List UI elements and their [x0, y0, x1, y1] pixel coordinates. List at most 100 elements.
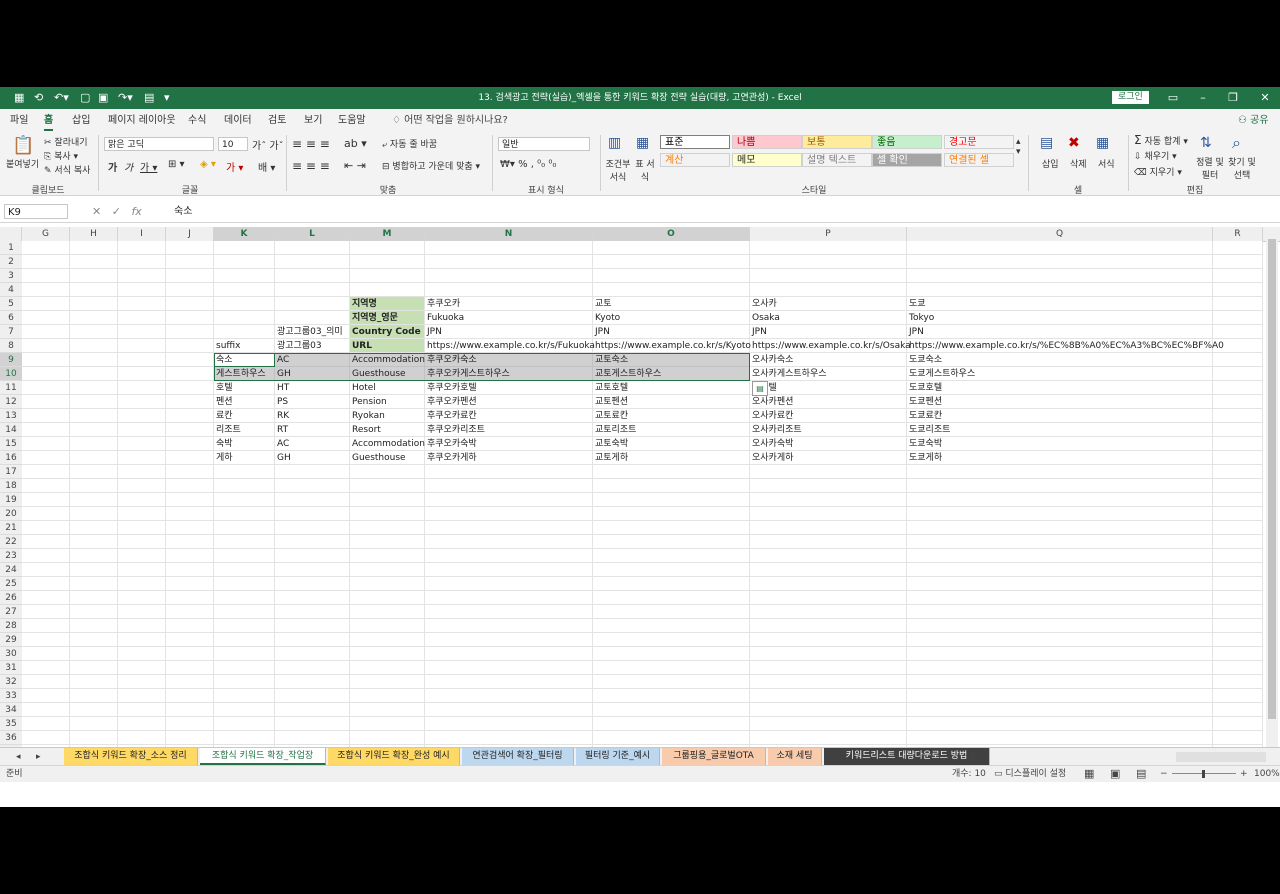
cell-O10[interactable]: 교토게스트하우스: [593, 367, 661, 381]
cell-L13[interactable]: RK: [275, 409, 289, 423]
enter-icon[interactable]: ✓: [112, 205, 121, 218]
cell-O5[interactable]: 교토: [593, 297, 612, 311]
cell-M8[interactable]: URL: [350, 339, 372, 353]
row-header-36[interactable]: 36: [0, 731, 22, 745]
cell-style-4[interactable]: 경고문: [944, 135, 1014, 149]
cell-O8[interactable]: https://www.example.co.kr/s/Kyoto: [593, 339, 751, 353]
cell-L14[interactable]: RT: [275, 423, 288, 437]
cell-O9[interactable]: 교토숙소: [593, 353, 628, 367]
wrap-text-button[interactable]: ⤶ 자동 줄 바꿈: [382, 137, 437, 150]
cell-M15[interactable]: Accommodation: [350, 437, 425, 451]
row-header-24[interactable]: 24: [0, 563, 22, 577]
cell-O16[interactable]: 교토게하: [593, 451, 628, 465]
tab-file[interactable]: 파일: [10, 113, 28, 129]
sheet-nav-right-icon[interactable]: ▸: [36, 749, 41, 765]
sheet-nav-left-icon[interactable]: ◂: [16, 749, 21, 765]
cell-O14[interactable]: 교토리조트: [593, 423, 636, 437]
sheet-tab-6[interactable]: 소재 세팅: [768, 748, 822, 765]
cell-N16[interactable]: 후쿠오카게하: [425, 451, 477, 465]
font-color-icon[interactable]: 가 ▾: [226, 159, 243, 174]
sort-filter-button[interactable]: 정렬 및 필터: [1194, 155, 1226, 181]
customize-qat-icon[interactable]: ▾: [164, 87, 170, 109]
cell-P10[interactable]: 오사카게스트하우스: [750, 367, 827, 381]
tab-help[interactable]: 도움말: [338, 113, 366, 129]
add-sheet-icon[interactable]: ⊕: [968, 748, 978, 764]
cell-style-8[interactable]: 셀 확인: [872, 153, 942, 167]
cell-M12[interactable]: Pension: [350, 395, 387, 409]
cell-style-7[interactable]: 설명 텍스트: [802, 153, 872, 167]
display-settings-button[interactable]: ▭ 디스플레이 설정: [994, 766, 1066, 782]
column-header-Q[interactable]: Q: [907, 227, 1213, 241]
row-header-34[interactable]: 34: [0, 703, 22, 717]
row-header-21[interactable]: 21: [0, 521, 22, 535]
paste-button[interactable]: 붙여넣기: [6, 157, 39, 170]
cell-L12[interactable]: PS: [275, 395, 288, 409]
login-button[interactable]: 로그인: [1112, 91, 1149, 104]
border-icon[interactable]: ⊞ ▾: [168, 159, 185, 170]
fill-button[interactable]: ⇩ 채우기 ▾: [1134, 149, 1177, 162]
row-header-23[interactable]: 23: [0, 549, 22, 563]
cell-Q11[interactable]: 도쿄호텔: [907, 381, 942, 395]
cell-Q6[interactable]: Tokyo: [907, 311, 934, 325]
format-cells-icon[interactable]: ▦: [1096, 135, 1109, 151]
row-header-26[interactable]: 26: [0, 591, 22, 605]
cell-P7[interactable]: JPN: [750, 325, 767, 339]
row-header-13[interactable]: 13: [0, 409, 22, 423]
row-header-11[interactable]: 11: [0, 381, 22, 395]
cell-Q15[interactable]: 도쿄숙박: [907, 437, 942, 451]
name-box[interactable]: K9: [4, 204, 68, 219]
cell-K13[interactable]: 료칸: [214, 409, 233, 423]
tab-page-layout[interactable]: 페이지 레이아웃: [108, 113, 176, 129]
ribbon-display-icon[interactable]: ▭: [1162, 87, 1184, 109]
tab-formulas[interactable]: 수식: [188, 113, 206, 129]
tab-insert[interactable]: 삽입: [72, 113, 90, 129]
cell-Q16[interactable]: 도쿄게하: [907, 451, 942, 465]
cell-O7[interactable]: JPN: [593, 325, 610, 339]
row-header-4[interactable]: 4: [0, 283, 22, 297]
cell-M10[interactable]: Guesthouse: [350, 367, 406, 381]
column-header-I[interactable]: I: [118, 227, 166, 241]
bold-icon[interactable]: 가: [108, 159, 117, 174]
row-header-25[interactable]: 25: [0, 577, 22, 591]
cell-N15[interactable]: 후쿠오카숙박: [425, 437, 477, 451]
cell-O11[interactable]: 교토호텔: [593, 381, 628, 395]
cell-K9[interactable]: 숙소: [214, 353, 233, 367]
sheet-tab-4[interactable]: 필터링 기준_예시: [576, 748, 660, 765]
row-header-27[interactable]: 27: [0, 605, 22, 619]
cancel-icon[interactable]: ✕: [92, 205, 101, 218]
cell-M11[interactable]: Hotel: [350, 381, 376, 395]
cell-P14[interactable]: 오사카리조트: [750, 423, 802, 437]
zoom-level[interactable]: 100%: [1254, 766, 1280, 782]
column-header-M[interactable]: M: [350, 227, 425, 241]
cell-style-2[interactable]: 보통: [802, 135, 872, 149]
underline-icon[interactable]: 가 ▾: [140, 159, 157, 174]
table-format-icon[interactable]: ▦: [636, 135, 649, 151]
paste-icon[interactable]: 📋: [12, 135, 34, 156]
sheet-tab-2[interactable]: 조합식 키워드 확장_완성 예시: [328, 748, 460, 765]
cell-N11[interactable]: 후쿠오카호텔: [425, 381, 477, 395]
cell-Q12[interactable]: 도쿄펜션: [907, 395, 942, 409]
quick-analysis-icon[interactable]: ▤: [752, 381, 768, 396]
column-header-N[interactable]: N: [425, 227, 593, 241]
conditional-format-icon[interactable]: ▥: [608, 135, 621, 151]
row-header-6[interactable]: 6: [0, 311, 22, 325]
row-header-18[interactable]: 18: [0, 479, 22, 493]
scroll-thumb[interactable]: [1268, 239, 1276, 719]
currency-percent-icon[interactable]: ₩▾ % , ⁰₀ ⁰₀: [500, 159, 556, 170]
row-header-31[interactable]: 31: [0, 661, 22, 675]
orientation-icon[interactable]: ab ▾: [344, 137, 367, 150]
cell-N9[interactable]: 후쿠오카숙소: [425, 353, 477, 367]
page-break-view-icon[interactable]: ▤: [1136, 766, 1146, 782]
row-header-22[interactable]: 22: [0, 535, 22, 549]
row-header-20[interactable]: 20: [0, 507, 22, 521]
page-layout-view-icon[interactable]: ▣: [1110, 766, 1120, 782]
conditional-format-button[interactable]: 조건부 서식: [604, 157, 632, 183]
table-format-button[interactable]: 표 서식: [634, 157, 656, 183]
cell-style-0[interactable]: 표준: [660, 135, 730, 149]
merge-center-button[interactable]: ⊟ 병합하고 가운데 맞춤 ▾: [382, 159, 480, 172]
undo-icon[interactable]: ↶▾: [54, 87, 69, 109]
share-button[interactable]: ⚇ 공유: [1238, 113, 1269, 129]
cell-M9[interactable]: Accommodation: [350, 353, 425, 367]
row-header-9[interactable]: 9: [0, 353, 22, 367]
autosum-button[interactable]: Σ 자동 합계 ▾: [1134, 133, 1188, 147]
